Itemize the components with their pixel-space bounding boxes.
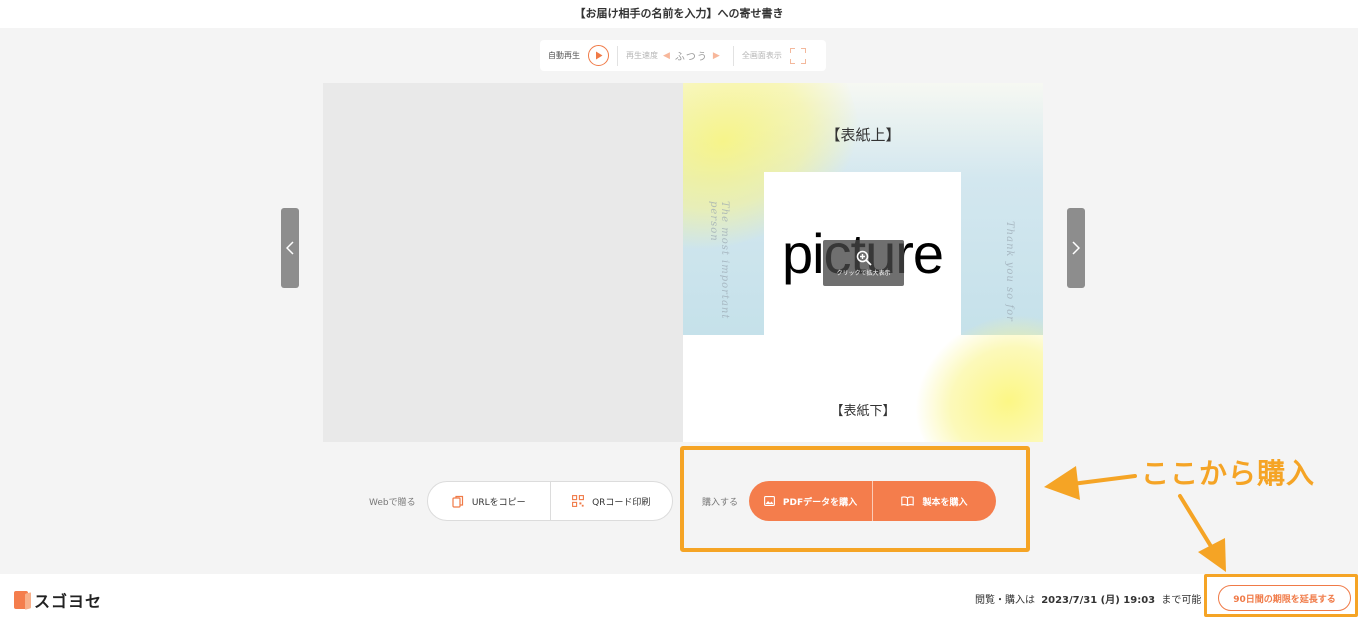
copy-url-button[interactable]: URLをコピー — [428, 482, 550, 520]
book-page-left — [323, 83, 683, 442]
script-decoration-left: The most important person — [708, 201, 730, 320]
speed-label: 再生速度 — [626, 51, 658, 60]
footer-bar: スゴヨセ 閲覧・購入は 2023/7/31 (月) 19:03 まで可能 90日… — [0, 574, 1358, 617]
buy-book-label: 製本を購入 — [922, 497, 968, 508]
logo-mark-icon — [14, 591, 28, 609]
purchase-label: 購入する — [702, 498, 739, 508]
autoplay-control[interactable]: 自動再生 — [540, 40, 617, 71]
qr-print-label: QRコード印刷 — [592, 497, 651, 508]
copy-icon — [452, 495, 463, 508]
buy-pdf-label: PDFデータを購入 — [782, 497, 858, 508]
chevron-right-icon — [1072, 241, 1080, 255]
book-icon — [901, 496, 915, 506]
chevron-left-icon — [286, 241, 294, 255]
fullscreen-control[interactable]: 全画面表示 — [734, 40, 814, 71]
prev-page-button[interactable] — [281, 208, 299, 288]
speed-control: 再生速度 ◀ ふつう ▶ — [618, 40, 733, 71]
buy-book-button[interactable]: 製本を購入 — [873, 481, 996, 521]
play-icon[interactable] — [588, 45, 609, 66]
extend-deadline-button[interactable]: 90日間の期限を延長する — [1218, 585, 1351, 611]
zoom-overlay[interactable]: クリックで拡大表示 — [823, 240, 904, 286]
deadline-prefix: 閲覧・購入は — [975, 595, 1035, 606]
speed-next-icon[interactable]: ▶ — [713, 51, 720, 61]
playback-toolbar: 自動再生 再生速度 ◀ ふつう ▶ 全画面表示 — [540, 40, 826, 71]
deadline-suffix: まで可能 — [1161, 595, 1202, 606]
purchase-button-group: PDFデータを購入 製本を購入 — [749, 481, 996, 521]
deadline-date: 2023/7/31 (月) 19:03 — [1041, 595, 1156, 606]
copy-url-label: URLをコピー — [471, 497, 526, 508]
cover-photo[interactable]: picture クリックで拡大表示 — [764, 172, 961, 335]
share-label: Webで贈る — [369, 498, 416, 508]
brand-logo[interactable]: スゴヨセ — [14, 588, 102, 612]
buy-pdf-button[interactable]: PDFデータを購入 — [749, 481, 872, 521]
next-page-button[interactable] — [1067, 208, 1085, 288]
logo-text: スゴヨセ — [34, 592, 103, 611]
fullscreen-label: 全画面表示 — [741, 51, 782, 60]
script-decoration-right: Thank you so for — [1004, 221, 1015, 322]
deadline-notice: 閲覧・購入は 2023/7/31 (月) 19:03 まで可能 — [975, 591, 1201, 606]
zoom-in-icon — [856, 250, 872, 266]
cover-top-text: 【表紙上】 — [825, 126, 901, 144]
speed-prev-icon[interactable]: ◀ — [663, 51, 670, 61]
autoplay-label: 自動再生 — [548, 51, 580, 60]
zoom-hint: クリックで拡大表示 — [836, 269, 891, 277]
annotation-callout: ここから購入 — [1141, 457, 1316, 490]
book-cover-page[interactable]: 【表紙上】 The most important person Thank yo… — [683, 83, 1043, 442]
fullscreen-icon[interactable] — [789, 47, 806, 64]
speed-value: ふつう — [674, 52, 708, 63]
qr-print-button[interactable]: QRコード印刷 — [551, 482, 673, 520]
qr-code-icon — [572, 495, 585, 507]
page-title: 【お届け相手の名前を入力】への寄せ書き — [0, 0, 1358, 28]
share-button-group: URLをコピー QRコード印刷 — [427, 481, 673, 521]
image-icon — [763, 496, 775, 506]
cover-bottom-text: 【表紙下】 — [830, 404, 896, 419]
